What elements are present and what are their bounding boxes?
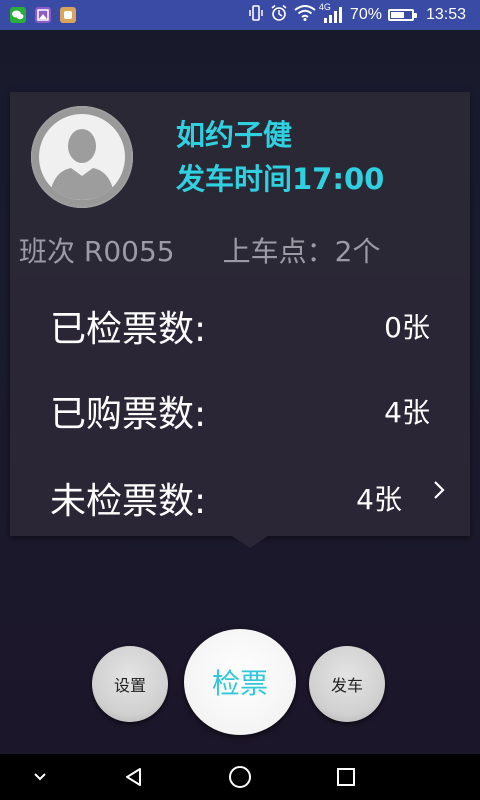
- chevron-right-icon[interactable]: [432, 478, 446, 508]
- recents-icon[interactable]: [316, 754, 376, 800]
- shift-number: 班次 R0055: [19, 235, 175, 268]
- app-icon: [60, 7, 76, 23]
- avatar-placeholder-icon: [31, 106, 133, 208]
- driver-info-panel: 如约子健 发车时间17:00 班次 R0055 上车点：2个: [10, 92, 470, 274]
- driver-name: 如约子健: [176, 118, 293, 152]
- trip-card: 如约子健 发车时间17:00 班次 R0055 上车点：2个 已检票数: 0张 已…: [10, 92, 470, 536]
- navigation-bar: [0, 754, 480, 800]
- wechat-icon: [10, 7, 26, 23]
- departure-time: 发车时间17:00: [176, 162, 385, 196]
- wifi-icon: [294, 4, 316, 26]
- signal-icon: 4G: [319, 2, 344, 24]
- depart-button[interactable]: 发车: [309, 646, 385, 722]
- unchecked-tickets-row[interactable]: 未检票数: 4张: [10, 472, 470, 532]
- checked-tickets-value: 0张: [384, 311, 430, 344]
- vibrate-icon: [248, 4, 264, 27]
- pickup-points: 上车点：2个: [222, 235, 381, 268]
- checked-tickets-row: 已检票数: 0张: [10, 300, 470, 360]
- home-icon[interactable]: [210, 754, 270, 800]
- status-bar: 4G 70% 13:53: [0, 0, 480, 30]
- battery-percent: 70%: [349, 6, 382, 23]
- settings-button[interactable]: 设置: [92, 646, 168, 722]
- purchased-tickets-label: 已购票数:: [50, 394, 207, 435]
- gallery-icon: [35, 7, 51, 23]
- unchecked-tickets-label: 未检票数:: [50, 481, 207, 522]
- alarm-icon: [270, 4, 288, 27]
- back-icon[interactable]: [104, 754, 164, 800]
- chevron-down-icon[interactable]: [10, 754, 70, 800]
- checked-tickets-label: 已检票数:: [50, 309, 207, 350]
- card-pointer: [232, 536, 268, 548]
- unchecked-tickets-value: 4张: [356, 483, 402, 516]
- check-ticket-button[interactable]: 检票: [184, 629, 296, 735]
- status-time: 13:53: [425, 6, 466, 23]
- purchased-tickets-row: 已购票数: 4张: [10, 385, 470, 445]
- trip-info-row: 班次 R0055 上车点：2个: [19, 230, 380, 270]
- battery-icon: [387, 9, 417, 21]
- purchased-tickets-value: 4张: [384, 396, 430, 429]
